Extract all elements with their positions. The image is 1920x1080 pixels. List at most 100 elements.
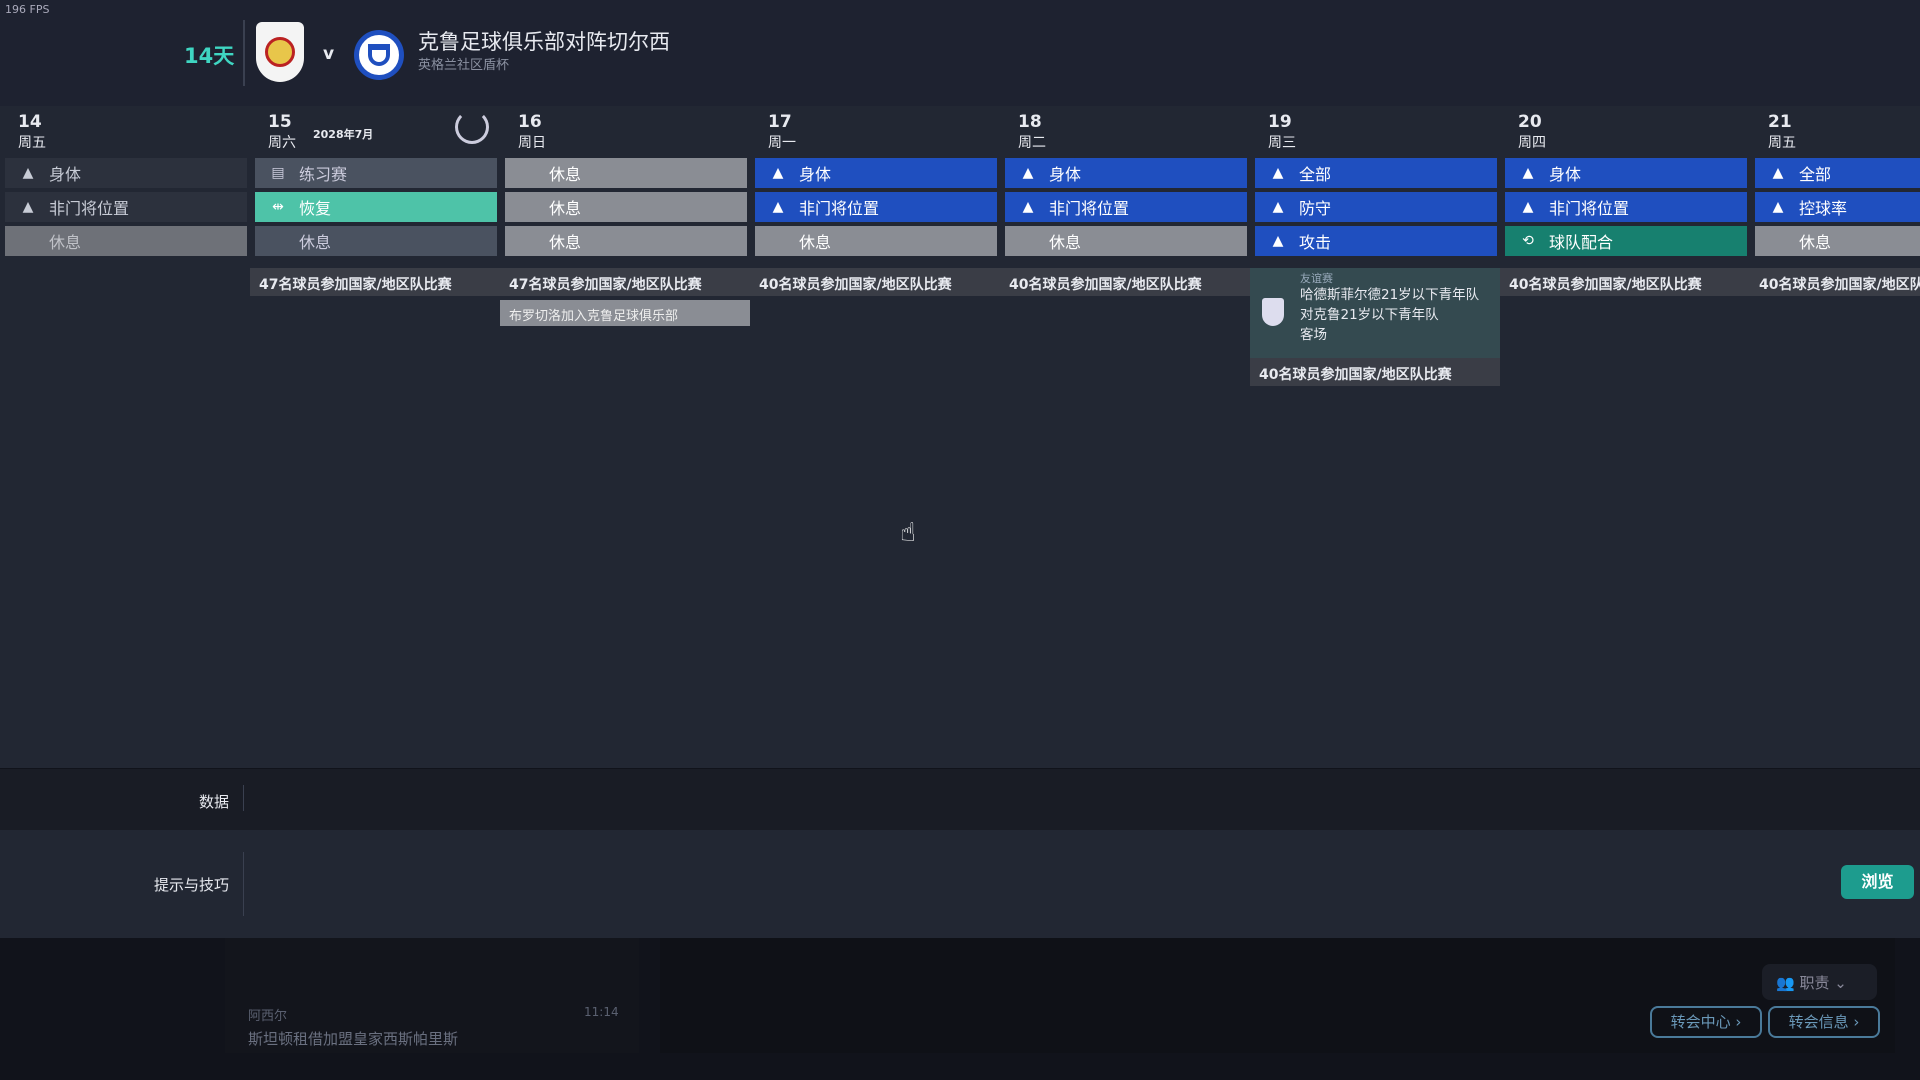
month-label: 2028年7月 bbox=[313, 128, 374, 141]
slot-label: 身体 bbox=[799, 165, 832, 184]
training-slot[interactable]: ▲ 控球率 bbox=[1755, 192, 1920, 222]
slot-label: 防守 bbox=[1299, 199, 1332, 218]
international-info[interactable]: 40名球员参加国家/地区队比赛 bbox=[1750, 268, 1920, 296]
news-item[interactable]: 斯坦顿租借加盟皇家西斯帕里斯 bbox=[248, 1028, 458, 1049]
training-slot[interactable]: 休息 bbox=[5, 226, 247, 256]
training-slot[interactable]: ⇹ 恢复 bbox=[255, 192, 497, 222]
competition-name[interactable]: 英格兰社区盾杯 bbox=[418, 54, 509, 73]
day-number: 15 bbox=[268, 112, 292, 132]
training-slot[interactable]: ▲ 身体 bbox=[1005, 158, 1247, 188]
fixture-home: 哈德斯菲尔德21岁以下青年队 bbox=[1300, 287, 1480, 303]
slot-label: 恢复 bbox=[299, 199, 332, 218]
days-until-match: 14天 bbox=[184, 44, 235, 68]
day-number: 16 bbox=[518, 112, 542, 132]
slot-label: 身体 bbox=[1549, 165, 1582, 184]
tips-label: 提示与技巧 bbox=[154, 876, 230, 894]
slot-label: 非门将位置 bbox=[1549, 199, 1630, 218]
fixture-type: 友谊赛 bbox=[1300, 272, 1333, 285]
divider bbox=[243, 20, 245, 86]
cone-icon: ▲ bbox=[1022, 165, 1034, 181]
cone-icon: ▲ bbox=[1272, 165, 1284, 181]
cone-icon: ▲ bbox=[1772, 165, 1784, 181]
cone-icon: ▲ bbox=[22, 165, 34, 181]
training-slot[interactable]: 休息 bbox=[505, 192, 747, 222]
chevron-down-icon: ⌄ bbox=[1834, 974, 1847, 992]
hand-cursor-icon: ☝ bbox=[900, 518, 916, 548]
transfer-info-button[interactable]: 转会信息 › bbox=[1768, 1006, 1880, 1038]
training-slot[interactable]: 休息 bbox=[505, 226, 747, 256]
news-sender: 阿西尔 bbox=[248, 1009, 288, 1024]
slot-label: 全部 bbox=[1799, 165, 1832, 184]
training-slot[interactable]: ▲ 全部 bbox=[1255, 158, 1497, 188]
training-slot[interactable]: ▲ 非门将位置 bbox=[5, 192, 247, 222]
international-info[interactable]: 40名球员参加国家/地区队比赛 bbox=[1500, 268, 1750, 296]
slot-label: 休息 bbox=[549, 233, 582, 252]
international-info[interactable]: 40名球员参加国家/地区队比赛 bbox=[1000, 268, 1250, 296]
role-label: 职责 bbox=[1799, 974, 1830, 992]
slot-label: 休息 bbox=[1799, 233, 1832, 252]
cone-icon: ▲ bbox=[1522, 199, 1534, 215]
opponent-crest-icon bbox=[1262, 298, 1284, 326]
training-slot[interactable]: ▲ 身体 bbox=[5, 158, 247, 188]
transfer-centre-button[interactable]: 转会中心 › bbox=[1650, 1006, 1762, 1038]
fixture-card[interactable]: 友谊赛 哈德斯菲尔德21岁以下青年队 对克鲁21岁以下青年队 客场 bbox=[1250, 268, 1500, 358]
training-slot[interactable]: ▲ 身体 bbox=[1505, 158, 1747, 188]
clipboard-icon: ▤ bbox=[271, 165, 285, 181]
training-slot[interactable]: ▲ 身体 bbox=[755, 158, 997, 188]
weekday: 周六 bbox=[268, 135, 296, 151]
weekday: 周四 bbox=[1518, 135, 1546, 151]
match-header: 14天 v 克鲁足球俱乐部对阵切尔西 英格兰社区盾杯 bbox=[0, 0, 1920, 106]
slot-label: 非门将位置 bbox=[49, 199, 130, 218]
team-icon: ⟲ bbox=[1522, 233, 1534, 249]
training-slot[interactable]: ▲ 非门将位置 bbox=[1505, 192, 1747, 222]
home-crest-icon[interactable] bbox=[256, 22, 304, 82]
weekday: 周日 bbox=[518, 135, 546, 151]
slot-label: 控球率 bbox=[1799, 199, 1848, 218]
day-number: 19 bbox=[1268, 112, 1292, 132]
cone-icon: ▲ bbox=[1022, 199, 1034, 215]
data-bar: 数据 bbox=[0, 769, 1920, 830]
training-slot[interactable]: 休息 bbox=[1005, 226, 1247, 256]
training-slot[interactable]: ▲ 防守 bbox=[1255, 192, 1497, 222]
away-crest-icon[interactable] bbox=[354, 30, 404, 80]
weekday: 周五 bbox=[18, 135, 46, 151]
slot-label: 休息 bbox=[49, 233, 82, 252]
news-event[interactable]: 布罗切洛加入克鲁足球俱乐部 bbox=[500, 300, 750, 326]
international-info[interactable]: 40名球员参加国家/地区队比赛 bbox=[1250, 358, 1500, 386]
training-slot[interactable]: ▲ 非门将位置 bbox=[1005, 192, 1247, 222]
training-slot[interactable]: 休息 bbox=[1755, 226, 1920, 256]
browse-button[interactable]: 浏览 bbox=[1841, 865, 1914, 899]
slot-label: 身体 bbox=[49, 165, 82, 184]
training-slot[interactable]: ▲ 全部 bbox=[1755, 158, 1920, 188]
training-slot[interactable]: ⟲ 球队配合 bbox=[1505, 226, 1747, 256]
slot-label: 休息 bbox=[549, 199, 582, 218]
slot-label: 练习赛 bbox=[299, 165, 348, 184]
loading-spinner-icon bbox=[455, 110, 489, 144]
training-slot[interactable]: 休息 bbox=[255, 226, 497, 256]
international-info[interactable]: 47名球员参加国家/地区队比赛 bbox=[250, 268, 500, 296]
slot-label: 休息 bbox=[549, 165, 582, 184]
vs-label: v bbox=[323, 44, 335, 64]
divider bbox=[243, 785, 244, 811]
match-title[interactable]: 克鲁足球俱乐部对阵切尔西 bbox=[418, 26, 670, 56]
international-info[interactable]: 47名球员参加国家/地区队比赛 bbox=[500, 268, 750, 296]
fixture-venue: 客场 bbox=[1300, 327, 1327, 343]
dumbbell-icon: ⇹ bbox=[272, 199, 284, 215]
fixture-away: 对克鲁21岁以下青年队 bbox=[1300, 307, 1439, 323]
slot-label: 休息 bbox=[799, 233, 832, 252]
weekday: 周三 bbox=[1268, 135, 1296, 151]
training-slot[interactable]: ▤ 练习赛 bbox=[255, 158, 497, 188]
day-number: 21 bbox=[1768, 112, 1792, 132]
role-dropdown[interactable]: 👥 职责 ⌄ bbox=[1762, 964, 1877, 1000]
divider bbox=[243, 852, 244, 916]
training-slot[interactable]: ▲ 非门将位置 bbox=[755, 192, 997, 222]
international-info[interactable]: 40名球员参加国家/地区队比赛 bbox=[750, 268, 1000, 296]
training-slot[interactable]: 休息 bbox=[505, 158, 747, 188]
news-time: 11:14 bbox=[584, 1005, 619, 1019]
slot-label: 身体 bbox=[1049, 165, 1082, 184]
training-slot[interactable]: ▲ 攻击 bbox=[1255, 226, 1497, 256]
day-number: 20 bbox=[1518, 112, 1542, 132]
day-number: 17 bbox=[768, 112, 792, 132]
training-slot[interactable]: 休息 bbox=[755, 226, 997, 256]
people-icon: 👥 bbox=[1776, 974, 1800, 992]
